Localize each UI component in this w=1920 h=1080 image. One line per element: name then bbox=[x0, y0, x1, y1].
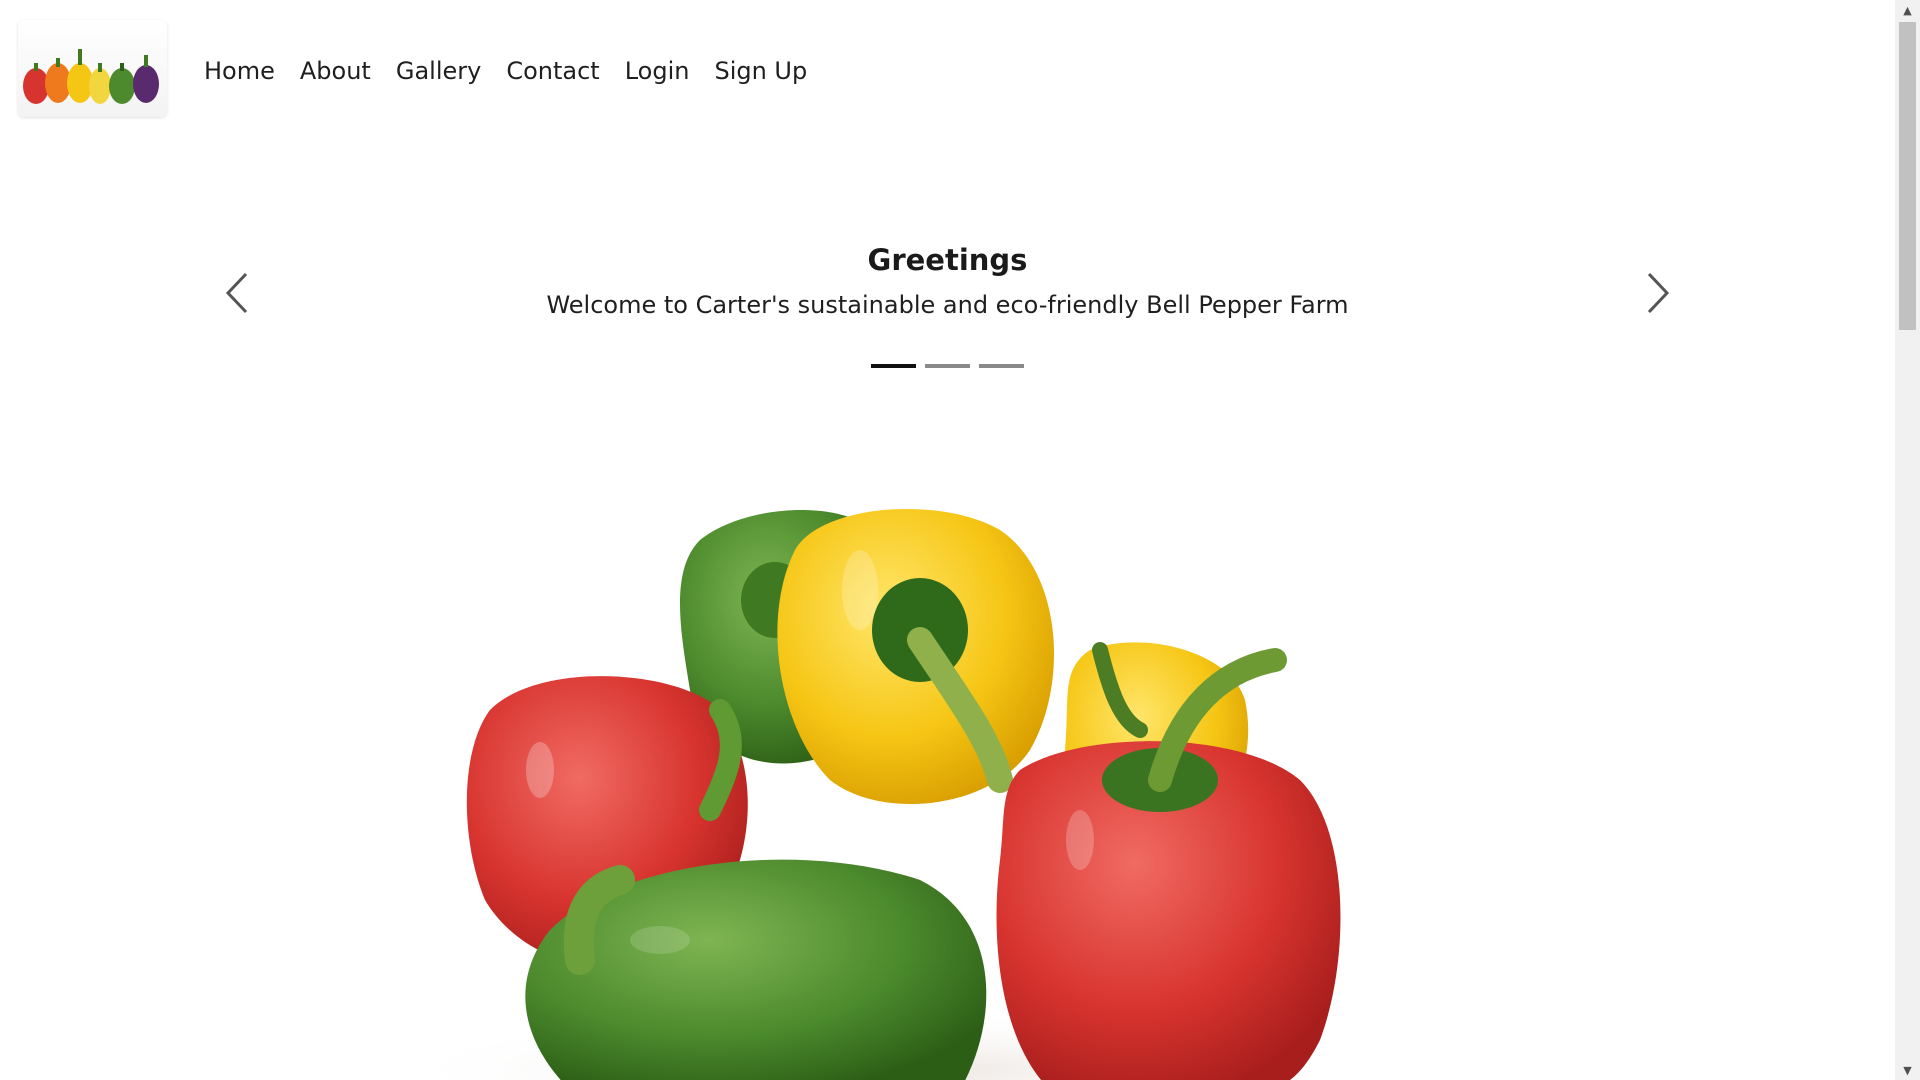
carousel-subtitle: Welcome to Carter's sustainable and eco-… bbox=[546, 291, 1349, 319]
nav-link-login[interactable]: Login bbox=[625, 55, 690, 87]
page: Home About Gallery Contact Login Sign Up… bbox=[0, 0, 1920, 1080]
nav-link-home[interactable]: Home bbox=[204, 55, 275, 87]
pepper-row-logo-icon bbox=[23, 49, 159, 104]
carousel-indicators bbox=[200, 364, 1695, 368]
main-nav: Home About Gallery Contact Login Sign Up bbox=[204, 55, 832, 87]
nav-link-about[interactable]: About bbox=[300, 55, 371, 87]
nav-link-gallery[interactable]: Gallery bbox=[396, 55, 481, 87]
nav-link-signup[interactable]: Sign Up bbox=[714, 55, 807, 87]
carousel-indicator-1[interactable] bbox=[871, 364, 916, 368]
chevron-right-icon bbox=[1647, 272, 1670, 314]
vertical-scrollbar[interactable]: ▲ ▼ bbox=[1895, 0, 1920, 1080]
scroll-up-arrow-icon[interactable]: ▲ bbox=[1895, 0, 1920, 20]
bell-peppers-image bbox=[390, 480, 1420, 1080]
carousel-indicator-3[interactable] bbox=[979, 364, 1024, 368]
site-logo[interactable] bbox=[18, 20, 167, 117]
carousel-next-button[interactable] bbox=[1641, 268, 1675, 318]
scrollbar-thumb[interactable] bbox=[1899, 22, 1916, 330]
nav-link-contact[interactable]: Contact bbox=[506, 55, 599, 87]
greeting-carousel: Greetings Welcome to Carter's sustainabl… bbox=[200, 200, 1695, 400]
carousel-indicator-2[interactable] bbox=[925, 364, 970, 368]
carousel-title: Greetings bbox=[867, 243, 1028, 277]
scroll-down-arrow-icon[interactable]: ▼ bbox=[1895, 1060, 1920, 1080]
site-header: Home About Gallery Contact Login Sign Up bbox=[0, 0, 1895, 140]
